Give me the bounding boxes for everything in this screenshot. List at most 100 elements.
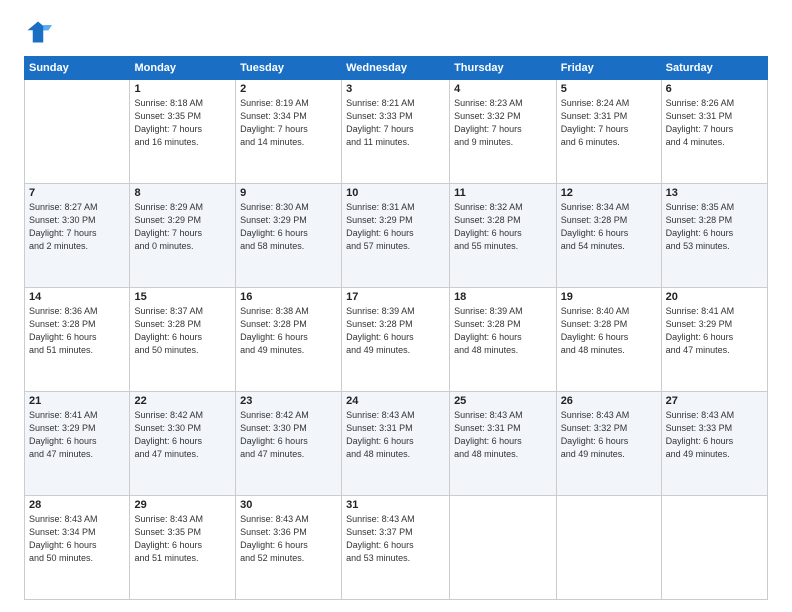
day-number: 20 <box>666 291 763 303</box>
day-number: 27 <box>666 395 763 407</box>
day-info: Sunrise: 8:21 AM Sunset: 3:33 PM Dayligh… <box>346 97 445 149</box>
week-row-4: 21Sunrise: 8:41 AM Sunset: 3:29 PM Dayli… <box>25 392 768 496</box>
day-number: 19 <box>561 291 657 303</box>
day-number: 1 <box>134 83 231 95</box>
day-info: Sunrise: 8:42 AM Sunset: 3:30 PM Dayligh… <box>134 409 231 461</box>
day-number: 18 <box>454 291 552 303</box>
calendar-cell: 13 Sunrise: 8:35 AM Sunset: 3:28 PM Dayli… <box>661 184 767 288</box>
day-header-tuesday: Tuesday <box>236 57 342 80</box>
page: SundayMondayTuesdayWednesdayThursdayFrid… <box>0 0 792 612</box>
day-header-sunday: Sunday <box>25 57 130 80</box>
day-info: Sunrise: 8:24 AM Sunset: 3:31 PM Dayligh… <box>561 97 657 149</box>
calendar-cell: 24 Sunrise: 8:43 AM Sunset: 3:31 PM Dayli… <box>342 392 450 496</box>
day-number: 5 <box>561 83 657 95</box>
calendar-cell: 1 Sunrise: 8:18 AM Sunset: 3:35 PM Daylig… <box>130 80 236 184</box>
day-number: 31 <box>346 499 445 511</box>
day-info: Sunrise: 8:43 AM Sunset: 3:36 PM Dayligh… <box>240 513 337 565</box>
calendar-cell: 29Sunrise: 8:43 AM Sunset: 3:35 PM Dayli… <box>130 496 236 600</box>
calendar-cell <box>556 496 661 600</box>
day-header-thursday: Thursday <box>450 57 557 80</box>
header-row: SundayMondayTuesdayWednesdayThursdayFrid… <box>25 57 768 80</box>
day-number: 8 <box>134 187 231 199</box>
day-number: 9 <box>240 187 337 199</box>
calendar-table: SundayMondayTuesdayWednesdayThursdayFrid… <box>24 56 768 600</box>
calendar-cell: 26 Sunrise: 8:43 AM Sunset: 3:32 PM Dayli… <box>556 392 661 496</box>
day-info: Sunrise: 8:43 AM Sunset: 3:31 PM Dayligh… <box>346 409 445 461</box>
day-number: 11 <box>454 187 552 199</box>
day-info: Sunrise: 8:43 AM Sunset: 3:31 PM Dayligh… <box>454 409 552 461</box>
calendar-cell: 22 Sunrise: 8:42 AM Sunset: 3:30 PM Dayli… <box>130 392 236 496</box>
day-header-saturday: Saturday <box>661 57 767 80</box>
week-row-2: 7 Sunrise: 8:27 AM Sunset: 3:30 PM Daylig… <box>25 184 768 288</box>
day-number: 23 <box>240 395 337 407</box>
calendar-cell: 18 Sunrise: 8:39 AM Sunset: 3:28 PM Dayli… <box>450 288 557 392</box>
day-info: Sunrise: 8:36 AM Sunset: 3:28 PM Dayligh… <box>29 305 125 357</box>
logo-icon <box>24 18 52 46</box>
calendar-cell <box>450 496 557 600</box>
day-number: 21 <box>29 395 125 407</box>
week-row-3: 14 Sunrise: 8:36 AM Sunset: 3:28 PM Dayli… <box>25 288 768 392</box>
calendar-cell: 30 Sunrise: 8:43 AM Sunset: 3:36 PM Dayli… <box>236 496 342 600</box>
calendar-cell: 10 Sunrise: 8:31 AM Sunset: 3:29 PM Dayli… <box>342 184 450 288</box>
day-number: 12 <box>561 187 657 199</box>
calendar-cell: 12 Sunrise: 8:34 AM Sunset: 3:28 PM Dayli… <box>556 184 661 288</box>
day-info: Sunrise: 8:38 AM Sunset: 3:28 PM Dayligh… <box>240 305 337 357</box>
day-info: Sunrise: 8:43 AM Sunset: 3:32 PM Dayligh… <box>561 409 657 461</box>
day-info: Sunrise: 8:40 AM Sunset: 3:28 PM Dayligh… <box>561 305 657 357</box>
calendar-cell: 7 Sunrise: 8:27 AM Sunset: 3:30 PM Daylig… <box>25 184 130 288</box>
day-info: Sunrise: 8:43 AM Sunset: 3:33 PM Dayligh… <box>666 409 763 461</box>
day-number: 4 <box>454 83 552 95</box>
day-info: Sunrise: 8:27 AM Sunset: 3:30 PM Dayligh… <box>29 201 125 253</box>
day-number: 2 <box>240 83 337 95</box>
calendar-cell: 15 Sunrise: 8:37 AM Sunset: 3:28 PM Dayli… <box>130 288 236 392</box>
day-info: Sunrise: 8:42 AM Sunset: 3:30 PM Dayligh… <box>240 409 337 461</box>
day-info: Sunrise: 8:18 AM Sunset: 3:35 PM Dayligh… <box>134 97 231 149</box>
calendar-cell: 25Sunrise: 8:43 AM Sunset: 3:31 PM Dayli… <box>450 392 557 496</box>
day-number: 17 <box>346 291 445 303</box>
day-info: Sunrise: 8:29 AM Sunset: 3:29 PM Dayligh… <box>134 201 231 253</box>
day-number: 7 <box>29 187 125 199</box>
day-number: 28 <box>29 499 125 511</box>
day-info: Sunrise: 8:34 AM Sunset: 3:28 PM Dayligh… <box>561 201 657 253</box>
calendar-cell: 4 Sunrise: 8:23 AM Sunset: 3:32 PM Daylig… <box>450 80 557 184</box>
calendar-cell: 3 Sunrise: 8:21 AM Sunset: 3:33 PM Daylig… <box>342 80 450 184</box>
day-info: Sunrise: 8:39 AM Sunset: 3:28 PM Dayligh… <box>454 305 552 357</box>
day-info: Sunrise: 8:32 AM Sunset: 3:28 PM Dayligh… <box>454 201 552 253</box>
day-info: Sunrise: 8:23 AM Sunset: 3:32 PM Dayligh… <box>454 97 552 149</box>
day-header-friday: Friday <box>556 57 661 80</box>
calendar-cell <box>661 496 767 600</box>
day-info: Sunrise: 8:31 AM Sunset: 3:29 PM Dayligh… <box>346 201 445 253</box>
calendar-cell: 9 Sunrise: 8:30 AM Sunset: 3:29 PM Daylig… <box>236 184 342 288</box>
day-number: 14 <box>29 291 125 303</box>
calendar-cell: 5 Sunrise: 8:24 AM Sunset: 3:31 PM Daylig… <box>556 80 661 184</box>
day-number: 13 <box>666 187 763 199</box>
day-number: 10 <box>346 187 445 199</box>
calendar-cell: 16Sunrise: 8:38 AM Sunset: 3:28 PM Dayli… <box>236 288 342 392</box>
day-info: Sunrise: 8:39 AM Sunset: 3:28 PM Dayligh… <box>346 305 445 357</box>
calendar-cell: 20 Sunrise: 8:41 AM Sunset: 3:29 PM Dayli… <box>661 288 767 392</box>
day-info: Sunrise: 8:43 AM Sunset: 3:37 PM Dayligh… <box>346 513 445 565</box>
day-number: 26 <box>561 395 657 407</box>
calendar-cell: 23 Sunrise: 8:42 AM Sunset: 3:30 PM Dayli… <box>236 392 342 496</box>
calendar-cell: 14 Sunrise: 8:36 AM Sunset: 3:28 PM Dayli… <box>25 288 130 392</box>
day-info: Sunrise: 8:41 AM Sunset: 3:29 PM Dayligh… <box>666 305 763 357</box>
day-number: 15 <box>134 291 231 303</box>
day-number: 22 <box>134 395 231 407</box>
day-number: 24 <box>346 395 445 407</box>
calendar-cell: 2Sunrise: 8:19 AM Sunset: 3:34 PM Daylig… <box>236 80 342 184</box>
day-number: 29 <box>134 499 231 511</box>
day-info: Sunrise: 8:30 AM Sunset: 3:29 PM Dayligh… <box>240 201 337 253</box>
day-info: Sunrise: 8:37 AM Sunset: 3:28 PM Dayligh… <box>134 305 231 357</box>
day-number: 3 <box>346 83 445 95</box>
day-number: 30 <box>240 499 337 511</box>
day-info: Sunrise: 8:35 AM Sunset: 3:28 PM Dayligh… <box>666 201 763 253</box>
calendar-cell: 31 Sunrise: 8:43 AM Sunset: 3:37 PM Dayli… <box>342 496 450 600</box>
calendar-cell: 11 Sunrise: 8:32 AM Sunset: 3:28 PM Dayli… <box>450 184 557 288</box>
day-header-wednesday: Wednesday <box>342 57 450 80</box>
header <box>24 18 768 46</box>
calendar-cell <box>25 80 130 184</box>
calendar-cell: 8 Sunrise: 8:29 AM Sunset: 3:29 PM Daylig… <box>130 184 236 288</box>
calendar-cell: 17 Sunrise: 8:39 AM Sunset: 3:28 PM Dayli… <box>342 288 450 392</box>
calendar-cell: 27 Sunrise: 8:43 AM Sunset: 3:33 PM Dayli… <box>661 392 767 496</box>
day-info: Sunrise: 8:26 AM Sunset: 3:31 PM Dayligh… <box>666 97 763 149</box>
